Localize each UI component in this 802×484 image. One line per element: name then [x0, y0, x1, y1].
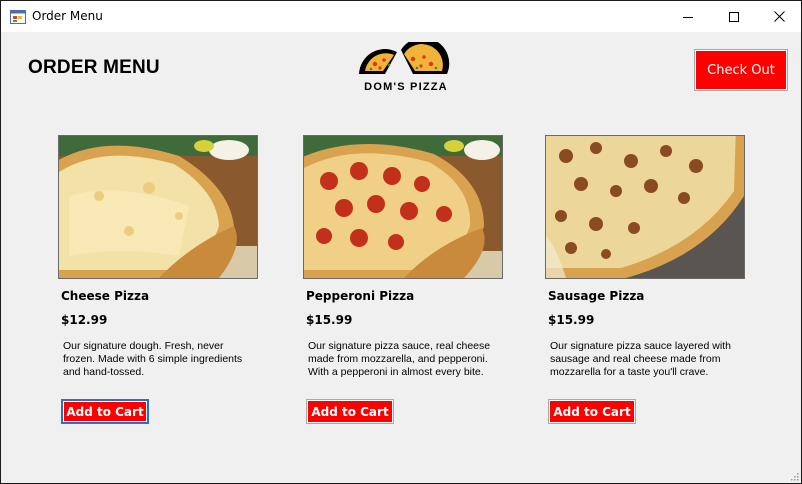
product-name: Sausage Pizza	[548, 289, 645, 303]
product-description: Our signature dough. Fresh, never frozen…	[63, 340, 243, 378]
product-price: $15.99	[306, 313, 353, 327]
add-to-cart-button[interactable]: Add to Cart	[306, 399, 394, 424]
close-icon	[773, 11, 785, 22]
sausage-pizza-image	[545, 135, 745, 279]
add-to-cart-button[interactable]: Add to Cart	[548, 399, 636, 424]
minimize-button[interactable]	[665, 1, 711, 32]
product-card-sausage: Sausage Pizza $15.99 Our signature pizza…	[545, 135, 755, 435]
page-title: ORDER MENU	[28, 57, 160, 78]
cheese-pizza-image	[58, 135, 258, 279]
add-to-cart-button[interactable]: Add to Cart	[61, 399, 149, 424]
window-title: Order Menu	[32, 9, 103, 23]
maximize-icon	[729, 11, 739, 22]
product-name: Cheese Pizza	[61, 289, 150, 303]
check-out-button[interactable]: Check Out	[694, 49, 788, 91]
product-description: Our signature pizza sauce layered with s…	[550, 340, 731, 378]
form-icon	[10, 10, 26, 24]
resize-grip-icon[interactable]	[789, 471, 799, 481]
order-menu-window: Order Menu ORDER MENU DOM'S PIZZA Check …	[0, 0, 802, 484]
product-price: $12.99	[61, 313, 108, 327]
doms-pizza-logo: DOM'S PIZZA	[359, 42, 450, 93]
maximize-button[interactable]	[711, 1, 757, 32]
logo-text: DOM'S PIZZA	[364, 81, 448, 93]
product-price: $15.99	[548, 313, 595, 327]
product-card-cheese: Cheese Pizza $12.99 Our signature dough.…	[58, 135, 268, 435]
minimize-icon	[683, 16, 693, 18]
pepperoni-pizza-image	[303, 135, 503, 279]
product-description: Our signature pizza sauce, real cheese m…	[308, 340, 491, 378]
product-card-pepperoni: Pepperoni Pizza $15.99 Our signature piz…	[303, 135, 513, 435]
product-name: Pepperoni Pizza	[306, 289, 415, 303]
title-bar[interactable]: Order Menu	[1, 1, 801, 32]
close-button[interactable]	[756, 1, 801, 32]
